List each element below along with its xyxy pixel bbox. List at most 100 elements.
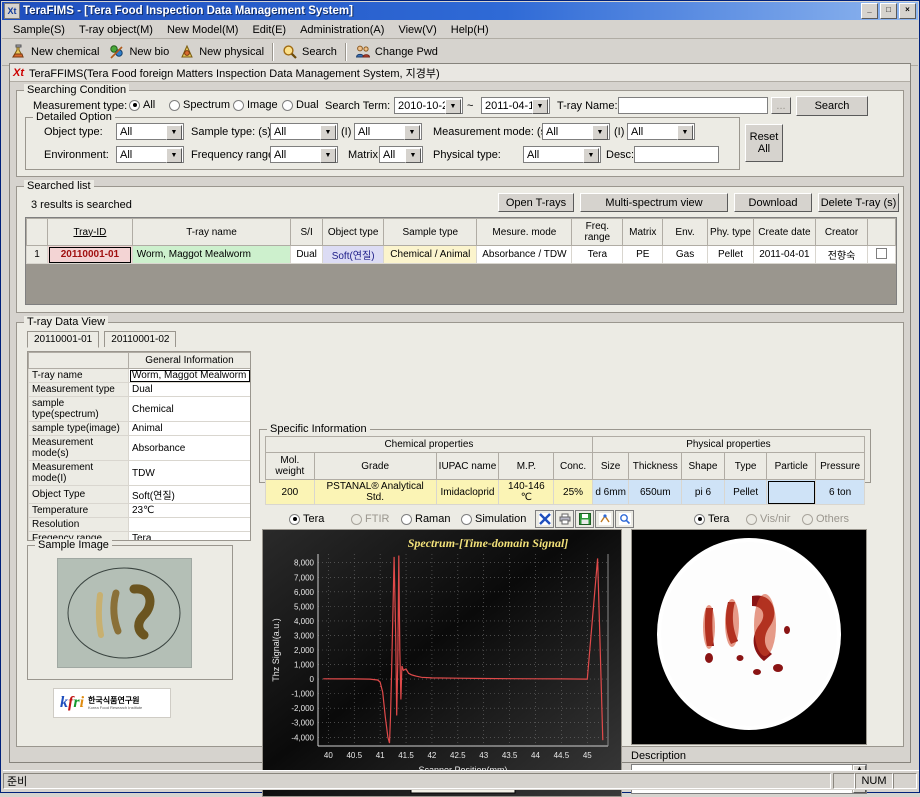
chevron-down-icon[interactable]: ▼ xyxy=(320,125,336,140)
col-env[interactable]: Env. xyxy=(662,218,708,246)
multi-spectrum-view-button[interactable]: Multi-spectrum view xyxy=(580,193,728,212)
sample-type-s-select[interactable]: All ▼ xyxy=(270,123,338,140)
svg-text:4,000: 4,000 xyxy=(294,617,315,626)
menu-edit[interactable]: Edit(E) xyxy=(245,23,293,37)
chevron-down-icon[interactable]: ▼ xyxy=(583,148,599,163)
new-physical-button[interactable]: New physical xyxy=(174,43,269,61)
menu-view[interactable]: View(V) xyxy=(391,23,443,37)
val-particle[interactable] xyxy=(766,479,817,505)
mdi-title-bar: Xt TeraFFIMS(Tera Food foreign Matters I… xyxy=(10,64,910,82)
search-button[interactable]: Search xyxy=(277,43,342,61)
kfri-logo-kr: 한국식품연구원 xyxy=(88,695,140,705)
col-si[interactable]: S/I xyxy=(290,218,323,246)
chevron-down-icon[interactable]: ▼ xyxy=(445,99,461,114)
chevron-down-icon[interactable]: ▼ xyxy=(592,125,608,140)
fullscreen-icon[interactable] xyxy=(535,510,554,528)
cell-tray-id[interactable]: 20110001-01 xyxy=(47,245,133,264)
col-object-type[interactable]: Object type xyxy=(321,218,385,246)
col-create-date[interactable]: Create date xyxy=(753,218,816,246)
measurement-type-dual-radio[interactable]: Dual xyxy=(282,99,319,111)
print-icon[interactable] xyxy=(555,510,574,528)
search-label: Search xyxy=(302,46,337,58)
chevron-down-icon[interactable]: ▼ xyxy=(320,148,336,163)
menu-bar: Sample(S) T-ray object(M) New Model(M) E… xyxy=(2,21,918,39)
new-bio-button[interactable]: New bio xyxy=(104,43,174,61)
general-information-grid[interactable]: General Information T-ray name Worm, Magg… xyxy=(27,351,251,541)
measurement-type-spectrum-radio[interactable]: Spectrum xyxy=(169,99,230,111)
col-freq-range[interactable]: Freq. range xyxy=(571,218,624,246)
properties-icon[interactable] xyxy=(595,510,614,528)
measurement-mode-s-select[interactable]: All ▼ xyxy=(542,123,610,140)
environment-select[interactable]: All ▼ xyxy=(116,146,184,163)
reset-all-button[interactable]: Reset All xyxy=(745,124,783,162)
sample-type-i-select[interactable]: All ▼ xyxy=(354,123,422,140)
row-label: Measurement mode(s) xyxy=(28,435,129,461)
chevron-down-icon[interactable]: ▼ xyxy=(405,148,421,163)
chevron-down-icon[interactable]: ▼ xyxy=(166,148,182,163)
download-button[interactable]: Download xyxy=(734,193,812,212)
tray-name-browse-button[interactable]: ... xyxy=(771,97,791,114)
col-phy-type[interactable]: Phy. type xyxy=(706,218,755,246)
searched-list-grid[interactable]: Tray-ID T-ray name S/I Object type Sampl… xyxy=(25,217,897,305)
close-button[interactable]: × xyxy=(899,3,916,19)
new-chemical-button[interactable]: New chemical xyxy=(6,43,104,61)
menu-help[interactable]: Help(H) xyxy=(444,23,496,37)
col-matrix[interactable]: Matrix xyxy=(622,218,664,246)
svg-text:3,000: 3,000 xyxy=(294,631,315,640)
cell-tray-name[interactable]: Worm, Maggot Mealworm xyxy=(131,245,292,264)
menu-tray-object[interactable]: T-ray object(M) xyxy=(72,23,160,37)
cell-creator: 전향숙 xyxy=(814,245,869,264)
col-creator[interactable]: Creator xyxy=(814,218,869,246)
date-to-select[interactable]: 2011-04-19 ▼ xyxy=(481,97,550,114)
cell-env: Gas xyxy=(662,245,708,264)
chevron-down-icon[interactable]: ▼ xyxy=(166,125,182,140)
spectrum-source-tera-radio[interactable]: Tera xyxy=(289,513,324,525)
col-tray-name[interactable]: T-ray name xyxy=(131,218,292,246)
menu-administration[interactable]: Administration(A) xyxy=(293,23,391,37)
general-info-row: T-ray name Worm, Maggot Mealworm xyxy=(28,368,250,383)
save-icon[interactable] xyxy=(575,510,594,528)
spectrum-source-raman-radio[interactable]: Raman xyxy=(401,513,450,525)
col-type: Type xyxy=(723,452,768,480)
svg-text:-2,000: -2,000 xyxy=(291,704,314,713)
menu-sample[interactable]: Sample(S) xyxy=(6,23,72,37)
menu-new-model[interactable]: New Model(M) xyxy=(160,23,246,37)
measurement-mode-i-select[interactable]: All ▼ xyxy=(627,123,695,140)
object-type-select[interactable]: All ▼ xyxy=(116,123,184,140)
date-from-select[interactable]: 2010-10-21 ▼ xyxy=(394,97,463,114)
frequency-range-select[interactable]: All ▼ xyxy=(270,146,338,163)
desc-input[interactable] xyxy=(634,146,719,163)
spectrum-chart[interactable]: Spectrum-[Time-domain Signal] 8,000 7,000… xyxy=(262,529,622,797)
row-value: Soft(연질) xyxy=(128,485,250,504)
radio-dot-icon xyxy=(233,99,244,111)
search-submit-button[interactable]: Search xyxy=(796,96,868,116)
matrix-select[interactable]: All ▼ xyxy=(379,146,423,163)
row-value[interactable]: Worm, Maggot Mealworm xyxy=(128,368,250,383)
col-measure-mode[interactable]: Mesure. mode xyxy=(476,218,573,246)
minimize-button[interactable]: _ xyxy=(861,3,878,19)
physical-type-select[interactable]: All ▼ xyxy=(523,146,601,163)
measurement-type-image-radio[interactable]: Image xyxy=(233,99,278,111)
open-trays-button[interactable]: Open T-rays xyxy=(498,193,574,212)
table-row[interactable]: 1 20110001-01 Worm, Maggot Mealworm Dual… xyxy=(26,245,896,264)
maximize-button[interactable]: □ xyxy=(880,3,897,19)
tab-20110001-01[interactable]: 20110001-01 xyxy=(27,331,100,348)
chevron-down-icon[interactable]: ▼ xyxy=(532,99,548,114)
row-checkbox[interactable] xyxy=(876,247,888,259)
change-pwd-button[interactable]: Change Pwd xyxy=(350,43,443,61)
radio-dot-icon xyxy=(282,99,293,111)
col-tray-id[interactable]: Tray-ID xyxy=(47,218,133,246)
tab-20110001-02[interactable]: 20110001-02 xyxy=(104,331,177,347)
svg-text:45: 45 xyxy=(583,751,592,760)
tray-name-input[interactable] xyxy=(618,97,768,114)
spectrum-source-simulation-radio[interactable]: Simulation xyxy=(461,513,526,525)
cell-checkbox[interactable] xyxy=(867,245,896,264)
measurement-type-all-radio[interactable]: All xyxy=(129,99,155,111)
delete-tray-button[interactable]: Delete T-ray (s) xyxy=(818,193,899,212)
zoom-icon[interactable] xyxy=(615,510,634,528)
chevron-down-icon[interactable]: ▼ xyxy=(677,125,693,140)
image-source-tera-radio[interactable]: Tera xyxy=(694,513,729,525)
col-sample-type[interactable]: Sample type xyxy=(383,218,478,246)
chevron-down-icon[interactable]: ▼ xyxy=(404,125,420,140)
physical-type-label: Physical type: xyxy=(433,149,501,161)
